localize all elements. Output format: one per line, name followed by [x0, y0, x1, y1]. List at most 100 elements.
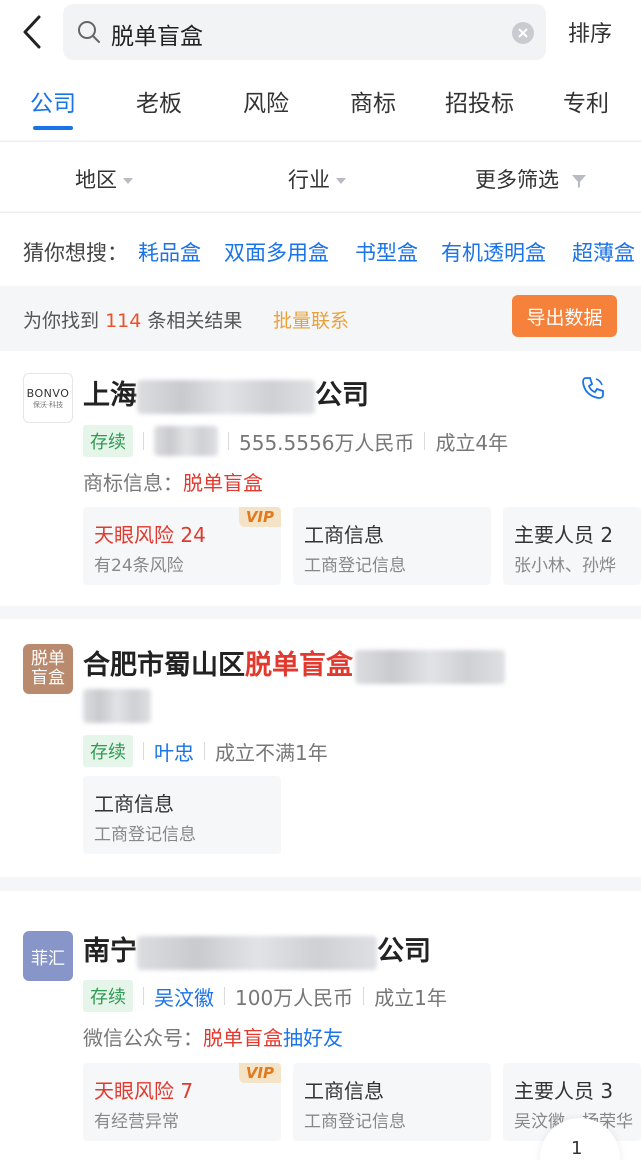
- company-logo: 脱单盲盒: [23, 644, 73, 694]
- chevron-left-icon: [23, 15, 41, 49]
- active-tab-indicator: [33, 126, 73, 130]
- filter-more[interactable]: 更多筛选: [475, 164, 587, 194]
- legal-representative[interactable]: 吴汶徽: [154, 982, 214, 1011]
- personnel-title: 主要人员 2: [514, 523, 614, 547]
- divider: [143, 987, 144, 1005]
- filter-region-label: 地区: [75, 168, 117, 192]
- top-bar: 脱单盲盒 排序: [0, 0, 641, 64]
- result-suffix: 条相关结果: [147, 310, 243, 332]
- tab-patent[interactable]: 专利: [563, 84, 609, 118]
- info-value-extra: 抽好友: [283, 1026, 343, 1050]
- divider: [143, 432, 144, 450]
- result-card[interactable]: BONVO 保沃·科技 上海 公司 存续 555.5556万人民币 成立4年 商标…: [0, 351, 641, 606]
- phone-icon[interactable]: [580, 375, 606, 401]
- business-info-box[interactable]: 工商信息 工商登记信息: [83, 776, 281, 854]
- sort-button[interactable]: 排序: [568, 16, 612, 48]
- company-name-line2: [83, 689, 151, 723]
- registered-capital: 100万人民币: [235, 985, 354, 1010]
- company-name[interactable]: 上海 公司: [83, 373, 369, 414]
- filter-region[interactable]: 地区: [75, 164, 133, 194]
- tab-boss[interactable]: 老板: [136, 84, 182, 118]
- back-button[interactable]: [14, 12, 50, 52]
- vip-badge: VIP: [238, 507, 281, 527]
- tab-company[interactable]: 公司: [30, 84, 76, 118]
- suggest-keyword[interactable]: 双面多用盒: [224, 237, 329, 267]
- wechat-info: 微信公众号：脱单盲盒抽好友: [83, 1022, 343, 1051]
- divider: [224, 987, 225, 1005]
- clear-icon[interactable]: [512, 22, 534, 44]
- result-count-text: 为你找到 114 条相关结果: [23, 306, 242, 333]
- business-info-subtitle: 工商登记信息: [94, 825, 196, 845]
- business-info-title: 工商信息: [94, 792, 174, 816]
- status-badge: 存续: [83, 735, 133, 767]
- caret-down-icon: [123, 178, 133, 184]
- company-name-start: 上海: [83, 380, 137, 411]
- result-card[interactable]: 脱单盲盒 合肥市蜀山区脱单盲盒 存续 叶忠 成立不满1年 工商信息 工商登记信息: [0, 619, 641, 877]
- company-name-start: 南宁: [83, 936, 137, 967]
- blurred-text: [83, 689, 151, 723]
- export-data-button[interactable]: 导出数据: [512, 295, 617, 337]
- tab-risk[interactable]: 风险: [243, 84, 289, 118]
- tab-trademark[interactable]: 商标: [350, 84, 396, 118]
- personnel-names: 张小林、孙烨: [514, 556, 616, 576]
- info-value: 脱单盲盒: [183, 471, 263, 495]
- info-value: 脱单盲盒: [203, 1026, 283, 1050]
- risk-box[interactable]: 天眼风险 24 有24条风险 VIP: [83, 507, 281, 585]
- company-name[interactable]: 南宁 公司: [83, 929, 431, 970]
- company-tags: 存续 叶忠 成立不满1年: [83, 735, 328, 767]
- search-input[interactable]: 脱单盲盒: [111, 17, 203, 51]
- blurred-text: [355, 649, 505, 684]
- risk-subtitle: 有24条风险: [94, 556, 184, 576]
- company-tags: 存续 555.5556万人民币 成立4年: [83, 425, 508, 457]
- filter-more-label: 更多筛选: [475, 168, 559, 192]
- business-info-subtitle: 工商登记信息: [304, 1112, 406, 1132]
- suggest-keyword[interactable]: 有机透明盒: [441, 237, 546, 267]
- established-years: 成立不满1年: [215, 740, 328, 765]
- business-info-box[interactable]: 工商信息 工商登记信息: [293, 1063, 491, 1141]
- info-label: 微信公众号：: [83, 1026, 203, 1050]
- legal-representative[interactable]: 叶忠: [154, 737, 194, 766]
- category-tabs: 公司 老板 风险 商标 招投标 专利: [0, 64, 641, 140]
- status-badge: 存续: [83, 425, 133, 457]
- risk-title: 天眼风险 24: [94, 523, 206, 547]
- key-personnel-box[interactable]: 主要人员 2 张小林、孙烨: [503, 507, 641, 585]
- risk-subtitle: 有经营异常: [94, 1112, 179, 1132]
- result-card[interactable]: 菲汇 南宁 公司 存续 吴汶徽 100万人民币 成立1年 微信公众号：脱单盲盒抽好…: [0, 891, 641, 1160]
- caret-down-icon: [336, 178, 346, 184]
- business-info-title: 工商信息: [304, 523, 384, 547]
- trademark-info: 商标信息：脱单盲盒: [83, 467, 263, 496]
- business-info-title: 工商信息: [304, 1079, 384, 1103]
- search-icon: [78, 21, 100, 43]
- established-years: 成立4年: [435, 430, 509, 455]
- search-bar[interactable]: 脱单盲盒: [63, 4, 546, 60]
- status-badge: 存续: [83, 980, 133, 1012]
- bulk-contact-link[interactable]: 批量联系: [273, 306, 349, 333]
- company-logo: BONVO 保沃·科技: [23, 373, 73, 423]
- vip-badge: VIP: [238, 1063, 281, 1083]
- blurred-text: [137, 935, 377, 970]
- suggest-label: 猜你想搜：: [23, 241, 128, 265]
- risk-box[interactable]: 天眼风险 7 有经营异常 VIP: [83, 1063, 281, 1141]
- logo-text: 菲汇: [31, 948, 65, 969]
- company-name[interactable]: 合肥市蜀山区脱单盲盒: [83, 643, 505, 684]
- tab-bidding[interactable]: 招投标: [445, 84, 514, 118]
- risk-title: 天眼风险 7: [94, 1079, 194, 1103]
- result-count: 114: [105, 310, 142, 332]
- suggest-keyword[interactable]: 耗品盒: [138, 237, 201, 267]
- suggest-keyword[interactable]: 超薄盒: [572, 237, 635, 267]
- logo-subtext: 保沃·科技: [32, 400, 64, 409]
- registered-capital: 555.5556万人民币: [239, 430, 415, 455]
- blurred-text: [137, 379, 315, 414]
- business-info-box[interactable]: 工商信息 工商登记信息: [293, 507, 491, 585]
- company-tags: 存续 吴汶徽 100万人民币 成立1年: [83, 980, 447, 1012]
- logo-text: 脱单盲盒: [31, 649, 65, 688]
- suggested-searches: 猜你想搜： 耗品盒 双面多用盒 书型盒 有机透明盒 超薄盒: [0, 212, 641, 286]
- company-name-end: 公司: [315, 380, 369, 411]
- filter-bar: 地区 行业 更多筛选: [0, 141, 641, 211]
- result-prefix: 为你找到: [23, 310, 100, 332]
- filter-industry[interactable]: 行业: [288, 164, 346, 194]
- suggest-keyword[interactable]: 书型盒: [355, 237, 418, 267]
- logo-text: BONVO: [26, 386, 70, 400]
- page-number: 1: [571, 1138, 583, 1159]
- company-name-end: 公司: [377, 936, 431, 967]
